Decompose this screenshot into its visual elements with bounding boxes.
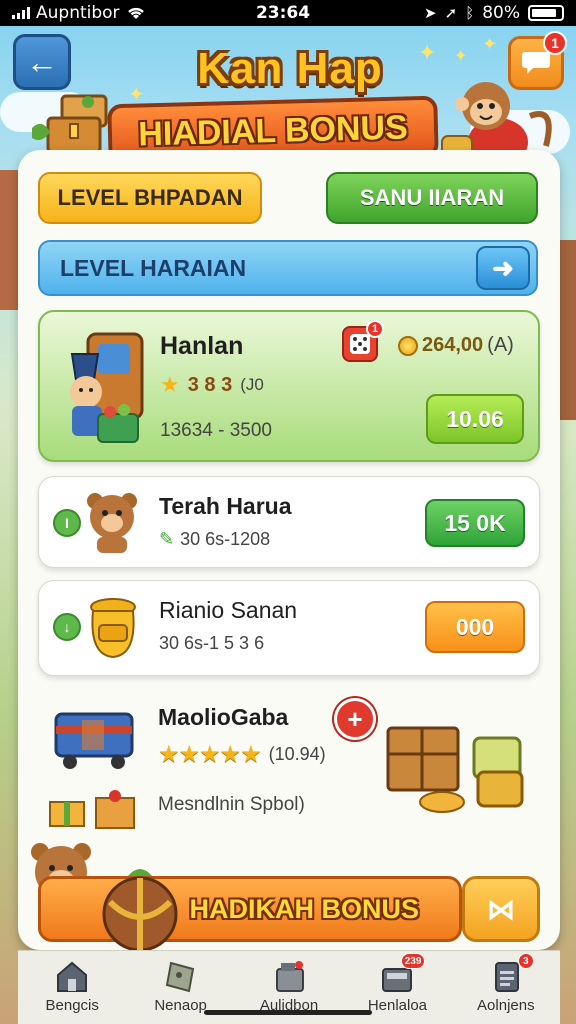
bear-character-icon xyxy=(87,493,137,553)
leaf-icon: ✎ xyxy=(159,529,175,549)
bluetooth-icon: ᛒ xyxy=(465,4,475,22)
tab-home[interactable]: Bengcis xyxy=(18,951,126,1024)
status-right: ➤ ➚ ᛒ 80% xyxy=(424,3,564,23)
tab-label: Nenaop xyxy=(154,997,207,1014)
battery-icon xyxy=(528,5,564,21)
back-button[interactable]: ← xyxy=(13,34,71,90)
tab-level-right-label: SANU IIARAN xyxy=(359,185,505,210)
offer-rating-note: (J0 xyxy=(240,375,264,394)
tab-level-left-label: LEVEL BHPADAN xyxy=(57,185,243,210)
clipboard-icon: 3 xyxy=(488,953,534,993)
home-indicator xyxy=(204,1010,372,1015)
sparkle-icon: ✦ xyxy=(482,34,498,54)
tab-level-right[interactable]: SANU IIARAN xyxy=(326,172,538,224)
coin-price-value: 264,00 xyxy=(422,334,484,356)
bonus-side-button[interactable]: ⋈ xyxy=(462,876,540,942)
star-icon: ★ xyxy=(160,372,180,397)
offer-card-featured[interactable]: Hanlan 1 264,00 (A) ★ 3 8 3 (J0 13634 - … xyxy=(38,310,540,462)
offer-rating: ★★★★★ (10.94) xyxy=(158,740,326,769)
five-stars-icon: ★★★★★ xyxy=(158,741,262,768)
signal-icon xyxy=(12,7,30,19)
info-icon[interactable]: I xyxy=(53,509,81,537)
tab-badge: 239 xyxy=(400,953,426,969)
game-title: Kan Hap xyxy=(197,44,383,93)
gift-box-icon xyxy=(49,790,135,829)
offer-card[interactable]: I Terah Harua ✎ 30 6s-1208 15 0K xyxy=(38,476,540,568)
chest-cart-icon xyxy=(54,712,134,769)
dice-icon[interactable]: 1 xyxy=(342,320,384,362)
banner-title: HIADIAL BONUS xyxy=(137,107,409,154)
chat-badge: 1 xyxy=(543,31,567,55)
offer-card-bundle[interactable]: MaolioGaba + ★★★★★ (10.94) Mesndlnin Spb… xyxy=(38,690,540,840)
coupon-icon xyxy=(165,961,194,993)
offer-name: MaolioGaba xyxy=(158,704,289,730)
cash-register-icon: 239 xyxy=(379,953,426,993)
level-bar-label: LEVEL HARAIAN xyxy=(60,254,247,281)
offer-buy-button[interactable]: 10.06 xyxy=(426,394,524,444)
offer-name: Rianio Sanan xyxy=(159,597,298,623)
shop-icon xyxy=(276,961,305,992)
info-icon-label: I xyxy=(65,515,69,531)
coin-price: 264,00 (A) xyxy=(398,334,514,357)
offer-buy-button[interactable]: 000 xyxy=(425,601,525,653)
offer-buy-label: 15 0K xyxy=(444,509,506,536)
offer-range: 30 6s-1 5 3 6 xyxy=(159,633,265,653)
honey-pot-icon xyxy=(90,598,136,659)
offer-name: Hanlan xyxy=(160,332,244,360)
tab-label: Aolnjens xyxy=(477,997,535,1014)
tab-badge: 3 xyxy=(517,953,534,969)
tab-level-left[interactable]: LEVEL BHPADAN xyxy=(38,172,262,224)
offer-range: 13634 - 3500 xyxy=(160,420,272,441)
plus-icon: + xyxy=(347,703,363,734)
offer-rating-note: (10.94) xyxy=(268,744,326,764)
coin-icon xyxy=(398,335,418,356)
offer-rating-text: 3 8 3 xyxy=(187,373,233,396)
arrow-right-icon: ➜ xyxy=(492,252,514,283)
add-button[interactable]: + xyxy=(334,698,376,740)
wifi-icon xyxy=(127,7,144,19)
offer-card[interactable]: ↓ Rianio Sanan 30 6s-1 5 3 6 000 xyxy=(38,580,540,676)
coin-price-note: (A) xyxy=(487,334,514,356)
location-icon: ➤ xyxy=(424,4,437,22)
tab-label: Henlaloa xyxy=(367,997,428,1014)
arrow-left-icon: ← xyxy=(26,43,58,80)
bonus-label: HADIKAH BONUS xyxy=(189,893,420,924)
offer-subtitle: Mesndlnin Spbol) xyxy=(158,794,305,815)
status-time: 23:64 xyxy=(255,3,311,23)
offer-buy-label: 10.06 xyxy=(446,405,504,432)
chat-bubble-icon xyxy=(522,52,550,74)
carrier-name: Aupntibor xyxy=(36,3,120,23)
level-bar[interactable]: LEVEL HARAIAN ➜ xyxy=(38,240,538,296)
download-icon[interactable]: ↓ xyxy=(53,613,81,641)
download-icon-label: ↓ xyxy=(63,619,71,635)
status-bar: Aupntibor 23:64 ➤ ➚ ᛒ 80% xyxy=(0,0,576,26)
battery-percent: 80% xyxy=(482,3,520,23)
offer-buy-button[interactable]: 15 0K xyxy=(425,499,525,547)
offer-rating: ★ 3 8 3 (J0 xyxy=(160,372,264,398)
tab-tasks[interactable]: 3 Aolnjens xyxy=(452,951,560,1024)
offer-range: 30 6s-1208 xyxy=(180,529,271,549)
wizard-character-icon xyxy=(70,332,144,443)
status-left: Aupntibor xyxy=(12,3,212,23)
home-icon xyxy=(57,961,88,992)
wrapped-coconut-icon xyxy=(102,869,178,952)
ribbon-icon: ⋈ xyxy=(487,893,515,925)
sparkle-icon: ✦ xyxy=(454,48,468,65)
offer-name: Terah Harua xyxy=(159,493,292,519)
navigation-icon: ➚ xyxy=(444,4,458,22)
dice-badge: 1 xyxy=(366,320,384,338)
level-next-button[interactable]: ➜ xyxy=(476,246,530,290)
offer-range-row: ✎ 30 6s-1208 xyxy=(159,529,270,550)
offer-buy-label: 000 xyxy=(455,613,495,640)
crate-icon xyxy=(386,726,524,813)
tab-label: Bengcis xyxy=(45,997,99,1014)
